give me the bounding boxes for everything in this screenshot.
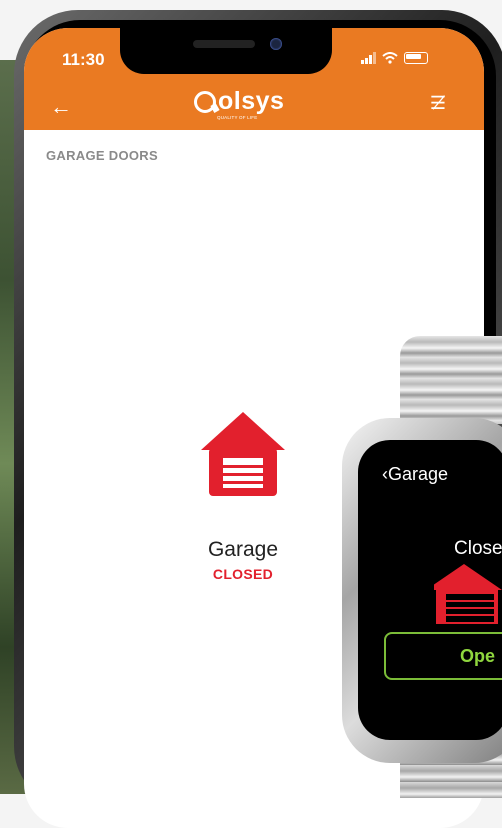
wifi-icon	[382, 52, 398, 64]
qolsys-logo: olsys QUALITY OF LIFE	[194, 87, 285, 120]
status-icons	[361, 52, 428, 64]
back-arrow-icon[interactable]: ←	[50, 96, 72, 118]
signal-icon	[361, 52, 376, 64]
battery-icon	[404, 52, 428, 64]
watch-title: Garage	[388, 464, 449, 484]
watch-garage-icon	[434, 564, 502, 624]
checklist-icon[interactable]: ☰̸	[430, 93, 446, 114]
phone-notch	[120, 28, 332, 74]
speaker-grille	[193, 40, 255, 48]
watch-back-button[interactable]: ‹Garage	[382, 464, 448, 485]
status-time: 11:30	[62, 50, 105, 69]
logo-text: olsys	[218, 87, 285, 115]
watch-open-label: Ope	[460, 646, 496, 666]
app-header: 11:30 ← olsys QUALITY OF LIFE ☰̸	[24, 28, 484, 130]
garage-icon	[201, 412, 285, 496]
logo-tagline: QUALITY OF LIFE	[217, 115, 258, 120]
watch-band-top	[400, 336, 502, 424]
front-camera	[270, 38, 282, 50]
logo-mark-icon	[194, 90, 216, 113]
watch-status-text: Close	[454, 538, 502, 559]
garage-device-tile[interactable]: Garage CLOSED	[198, 410, 288, 582]
watch-open-button[interactable]: Ope	[384, 632, 502, 680]
device-status: CLOSED	[212, 566, 274, 582]
device-name: Garage	[207, 538, 279, 561]
watch-screen: ‹Garage Close Ope	[358, 440, 502, 740]
section-title: GARAGE DOORS	[46, 148, 158, 163]
